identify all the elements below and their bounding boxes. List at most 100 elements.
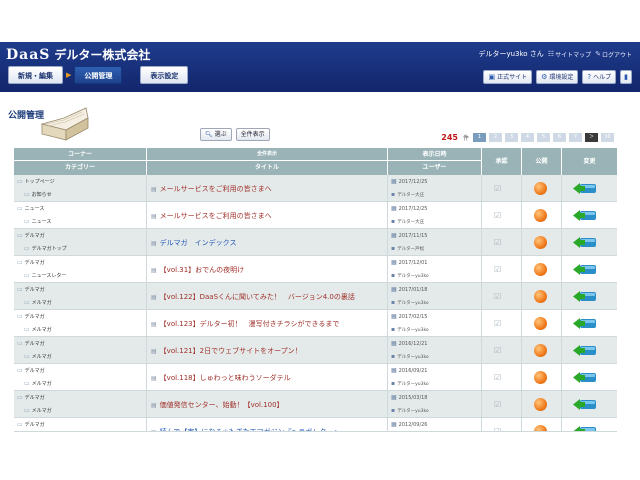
author-text: デルター大庄 — [397, 219, 425, 225]
article-title: メールサービスをご利用の皆さまへ — [159, 212, 272, 220]
corner-item[interactable]: ▭ デルマガ — [17, 286, 45, 293]
change-arrow-icon[interactable] — [573, 210, 597, 221]
logout-label: ログアウト — [601, 51, 632, 59]
next-page-arrow[interactable]: ＞ — [585, 133, 598, 142]
article-title-link[interactable]: ▤ メールサービスをご利用の皆さまへ — [151, 211, 272, 221]
category-item[interactable]: ▭ メルマガ — [24, 326, 52, 333]
approve-checkbox-icon[interactable]: ☑ — [494, 184, 501, 193]
folder-icon: ▭ — [17, 394, 23, 401]
table-row: ▭ トップページ ▭ お知らせ ▤ メールサービスをご利用の皆さまへ ▦ 201… — [14, 175, 617, 202]
publish-status-icon[interactable] — [534, 182, 547, 195]
date-user-cell: ▦ 2017/12/25 ▪ デルター大庄 — [388, 175, 482, 202]
article-title-link[interactable]: ▤ 価値発信センター、始動！【vol.100】 — [151, 400, 284, 410]
approve-checkbox-icon[interactable]: ☑ — [494, 238, 501, 247]
page-6[interactable]: 6 — [553, 133, 566, 142]
category-item[interactable]: ▭ メルマガ — [24, 353, 52, 360]
approve-checkbox-icon[interactable]: ☑ — [494, 346, 501, 355]
corner-item[interactable]: ▭ デルマガ — [17, 367, 45, 374]
table-row: ▭ ニュース ▭ ニュース ▤ メールサービスをご利用の皆さまへ ▦ 2017/… — [14, 202, 617, 229]
article-title-link[interactable]: ▤ 【vol.121】2日でウェブサイトをオープン！ — [151, 346, 302, 356]
info-button[interactable]: ▮ — [620, 70, 632, 84]
publish-status-icon[interactable] — [534, 344, 547, 357]
approve-checkbox-icon[interactable]: ☑ — [494, 373, 501, 382]
category-item[interactable]: ▭ メルマガ — [24, 407, 52, 414]
corner-item[interactable]: ▭ デルマガ — [17, 313, 45, 320]
author: ▪ デルターyu3ko — [391, 299, 429, 306]
header-full-display[interactable]: 全件表示 — [147, 148, 387, 161]
change-arrow-icon[interactable] — [573, 399, 597, 410]
approve-checkbox-icon[interactable]: ☑ — [494, 292, 501, 301]
approve-checkbox-icon[interactable]: ☑ — [494, 265, 501, 274]
nav-display-settings[interactable]: 表示設定 — [140, 66, 189, 84]
publish-status-icon[interactable] — [534, 317, 547, 330]
corner-item[interactable]: ▭ デルマガ — [17, 421, 45, 428]
change-arrow-icon[interactable] — [573, 372, 597, 383]
title-cell: ▤ 読んで【実】になる☆もぎたてマガジン『e-ラボレター』 — [147, 418, 388, 431]
header-title-col: 全件表示 タイトル — [147, 148, 388, 175]
page-last[interactable]: 10 — [601, 133, 614, 142]
publish-status-icon[interactable] — [534, 425, 547, 431]
nav-publish-management[interactable]: 公開管理 — [74, 66, 123, 84]
corner-item[interactable]: ▭ デルマガ — [17, 340, 45, 347]
date-text: 2015/03/18 — [398, 394, 428, 401]
change-arrow-icon[interactable] — [573, 264, 597, 275]
article-title-link[interactable]: ▤ メールサービスをご利用の皆さまへ — [151, 184, 272, 194]
page-4[interactable]: 4 — [521, 133, 534, 142]
category-item[interactable]: ▭ ニュース — [24, 218, 51, 225]
folder-icon: ▭ — [24, 191, 30, 198]
approve-checkbox-icon[interactable]: ☑ — [494, 400, 501, 409]
category-item[interactable]: ▭ メルマガ — [24, 380, 52, 387]
change-arrow-icon[interactable] — [573, 291, 597, 302]
publish-status-icon[interactable] — [534, 398, 547, 411]
document-icon: ▤ — [151, 185, 157, 193]
header-publish: 公開 — [522, 148, 562, 175]
publish-status-icon[interactable] — [534, 371, 547, 384]
corner-item[interactable]: ▭ トップページ — [17, 178, 55, 185]
change-arrow-icon[interactable] — [573, 318, 597, 329]
env-settings-button[interactable]: ⚙ 環境設定 — [536, 70, 579, 84]
page-1[interactable]: 1 — [473, 133, 486, 142]
page-7[interactable]: 7 — [569, 133, 582, 142]
article-title-link[interactable]: ▤ 【vol.31】おでんの夜明け — [151, 265, 244, 275]
approve-checkbox-icon[interactable]: ☑ — [494, 211, 501, 220]
title-cell: ▤ 価値発信センター、始動！【vol.100】 — [147, 391, 388, 418]
corner-item[interactable]: ▭ デルマガ — [17, 259, 45, 266]
article-title-link[interactable]: ▤ 【vol.122】DaaSくんに聞いてみた！ バージョン4.0の裏話 — [151, 292, 355, 302]
change-arrow-icon[interactable] — [573, 237, 597, 248]
logout-link[interactable]: ✎ ログアウト — [595, 50, 632, 59]
folder-icon: ▭ — [24, 218, 30, 225]
page-5[interactable]: 5 — [537, 133, 550, 142]
category-item[interactable]: ▭ お知らせ — [24, 191, 52, 198]
publish-status-icon[interactable] — [534, 290, 547, 303]
show-all-button[interactable]: 全件表示 — [235, 128, 270, 141]
category-cell: ▭ デルマガ ▭ — [14, 418, 147, 431]
monitor-icon: ▣ — [488, 72, 496, 81]
select-button[interactable]: 🔍︎ 選ぶ — [200, 128, 232, 141]
change-arrow-icon[interactable] — [573, 183, 597, 194]
publish-status-icon[interactable] — [534, 236, 547, 249]
help-button[interactable]: ? ヘルプ — [582, 70, 617, 84]
corner-item[interactable]: ▭ デルマガ — [17, 232, 45, 239]
change-arrow-icon[interactable] — [573, 426, 597, 432]
article-title-link[interactable]: ▤ 【vol.118】しゅわっと味わうソーダテル — [151, 373, 291, 383]
change-arrow-icon[interactable] — [573, 345, 597, 356]
nav-new-edit[interactable]: 新規・編集 — [8, 66, 63, 84]
page-2[interactable]: 2 — [489, 133, 502, 142]
article-title-link[interactable]: ▤ 読んで【実】になる☆もぎたてマガジン『e-ラボレター』 — [151, 427, 340, 431]
corner-item[interactable]: ▭ デルマガ — [17, 394, 45, 401]
calendar-icon: ▦ — [391, 286, 397, 293]
article-title-link[interactable]: ▤ 【vol.123】デルター初！ 漫写付きチラシができるまで — [151, 319, 339, 329]
official-site-button[interactable]: ▣ 正式サイト — [483, 70, 533, 84]
category-item[interactable]: ▭ ニュースレター — [24, 272, 66, 279]
corner-item[interactable]: ▭ ニュース — [17, 205, 44, 212]
display-date: ▦ 2012/09/26 — [391, 421, 428, 428]
approve-checkbox-icon[interactable]: ☑ — [494, 427, 501, 431]
article-title-link[interactable]: ▤ デルマガ インデックス — [151, 238, 236, 248]
publish-status-icon[interactable] — [534, 263, 547, 276]
publish-status-icon[interactable] — [534, 209, 547, 222]
approve-checkbox-icon[interactable]: ☑ — [494, 319, 501, 328]
page-3[interactable]: 3 — [505, 133, 518, 142]
sitemap-link[interactable]: ☷ サイトマップ — [548, 50, 591, 59]
category-item[interactable]: ▭ メルマガ — [24, 299, 52, 306]
category-item[interactable]: ▭ デルマガトップ — [24, 245, 67, 252]
